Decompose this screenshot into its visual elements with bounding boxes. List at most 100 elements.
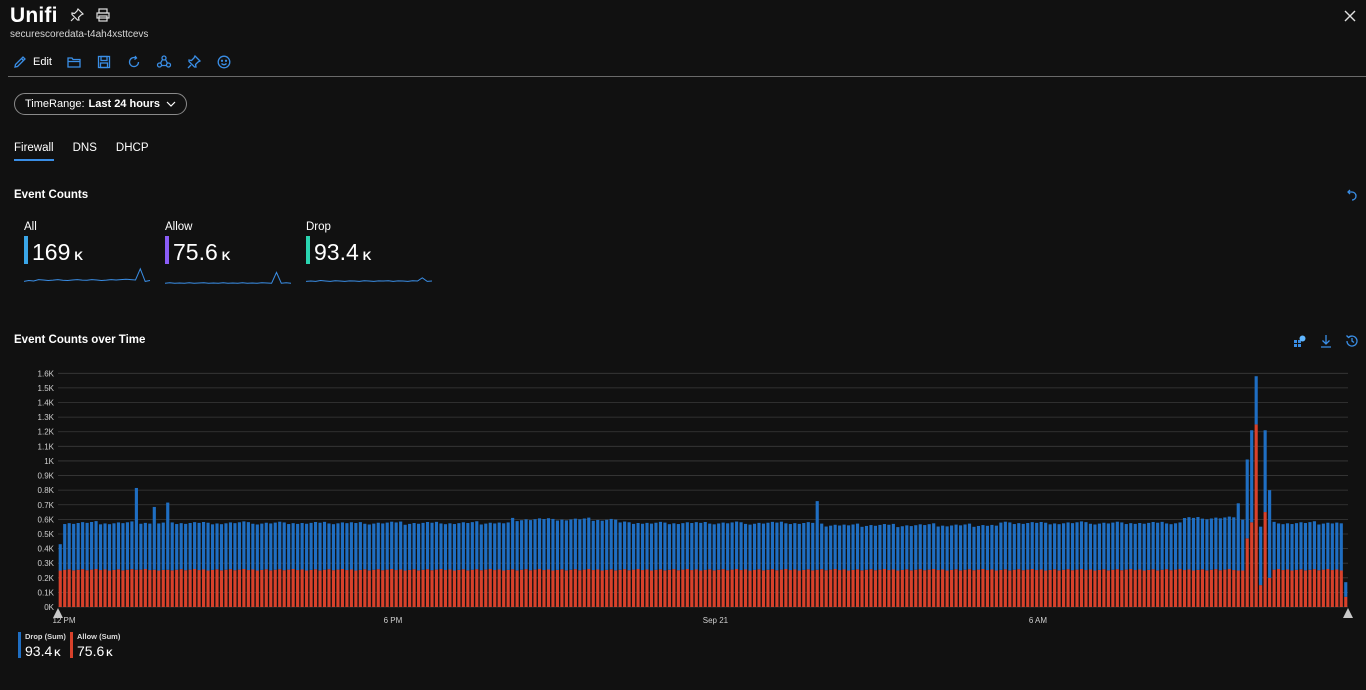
bar-allow[interactable] — [1030, 569, 1034, 607]
bar-drop[interactable] — [224, 523, 228, 570]
bar-allow[interactable] — [1178, 569, 1182, 607]
bar-allow[interactable] — [448, 569, 452, 607]
bar-drop[interactable] — [1196, 517, 1200, 570]
tab-dns[interactable]: DNS — [73, 142, 97, 161]
bar-drop[interactable] — [524, 519, 528, 570]
bar-allow[interactable] — [76, 569, 80, 607]
bar-drop[interactable] — [869, 525, 873, 570]
bar-drop[interactable] — [1223, 517, 1227, 570]
bar-drop[interactable] — [202, 521, 206, 570]
bar-drop[interactable] — [833, 524, 837, 570]
bar-allow[interactable] — [842, 569, 846, 607]
bar-allow[interactable] — [972, 570, 976, 607]
bar-drop[interactable] — [511, 517, 515, 570]
bar-drop[interactable] — [909, 526, 913, 571]
bar-allow[interactable] — [408, 569, 412, 607]
bar-drop[interactable] — [708, 523, 712, 570]
bar-drop[interactable] — [1106, 523, 1110, 571]
bar-drop[interactable] — [210, 524, 215, 570]
bar-allow[interactable] — [1160, 569, 1164, 607]
bar-allow[interactable] — [963, 569, 967, 607]
bar-drop[interactable] — [918, 524, 922, 570]
bar-allow[interactable] — [1290, 570, 1294, 607]
bar-allow[interactable] — [582, 569, 586, 607]
bar-allow[interactable] — [1070, 570, 1075, 607]
open-button[interactable] — [66, 54, 82, 70]
bar-allow[interactable] — [936, 570, 940, 607]
bar-allow[interactable] — [452, 570, 456, 607]
bar-drop[interactable] — [1218, 518, 1222, 571]
bar-allow[interactable] — [1187, 569, 1191, 607]
bar-drop[interactable] — [1057, 524, 1061, 571]
bar-allow[interactable] — [372, 569, 376, 607]
bar-allow[interactable] — [260, 569, 264, 607]
bar-drop[interactable] — [376, 522, 380, 570]
bar-allow[interactable] — [331, 570, 336, 607]
bar-drop[interactable] — [573, 518, 577, 570]
bar-drop[interactable] — [103, 523, 107, 570]
bar-drop[interactable] — [923, 525, 927, 571]
bar-drop[interactable] — [278, 521, 282, 570]
bar-allow[interactable] — [291, 569, 295, 607]
bar-drop[interactable] — [618, 522, 622, 570]
bar-allow[interactable] — [184, 570, 188, 607]
time-range-dropdown[interactable]: TimeRange: Last 24 hours — [14, 93, 188, 115]
download-icon[interactable] — [1318, 333, 1334, 349]
bar-allow[interactable] — [287, 569, 291, 607]
bar-drop[interactable] — [1272, 521, 1276, 570]
bar-allow[interactable] — [327, 569, 331, 607]
bar-allow[interactable] — [676, 570, 680, 607]
bar-allow[interactable] — [282, 570, 286, 607]
bar-drop[interactable] — [614, 519, 618, 571]
bar-allow[interactable] — [524, 569, 528, 607]
bar-drop[interactable] — [927, 524, 931, 570]
bar-allow[interactable] — [851, 569, 855, 607]
bar-drop[interactable] — [542, 519, 546, 571]
bar-drop[interactable] — [403, 524, 407, 571]
bar-drop[interactable] — [81, 522, 85, 570]
bar-drop[interactable] — [107, 524, 112, 571]
bar-drop[interactable] — [779, 521, 783, 570]
bar-drop[interactable] — [623, 521, 627, 570]
bar-drop[interactable] — [667, 524, 671, 570]
bar-allow[interactable] — [1200, 569, 1204, 607]
bar-drop[interactable] — [1299, 522, 1303, 570]
bar-drop[interactable] — [878, 524, 882, 570]
bar-drop[interactable] — [555, 520, 559, 570]
bar-allow[interactable] — [152, 569, 156, 607]
bar-drop[interactable] — [838, 525, 842, 571]
bar-allow[interactable] — [1268, 577, 1272, 607]
bar-allow[interactable] — [909, 570, 913, 607]
bar-allow[interactable] — [555, 569, 559, 607]
bar-allow[interactable] — [305, 570, 309, 607]
bar-drop[interactable] — [363, 523, 367, 570]
save-button[interactable] — [96, 54, 112, 70]
bar-drop[interactable] — [502, 523, 506, 571]
bar-allow[interactable] — [1196, 569, 1200, 607]
bar-allow[interactable] — [358, 569, 362, 607]
bar-drop[interactable] — [887, 524, 891, 571]
bar-allow[interactable] — [614, 570, 618, 607]
bar-drop[interactable] — [1312, 521, 1316, 570]
bar-drop[interactable] — [1044, 522, 1048, 571]
bar-drop[interactable] — [421, 522, 425, 570]
bar-drop[interactable] — [1062, 523, 1066, 570]
bar-drop[interactable] — [1191, 517, 1196, 571]
bar-allow[interactable] — [694, 569, 698, 607]
bar-allow[interactable] — [443, 570, 448, 607]
bar-allow[interactable] — [1209, 569, 1213, 607]
customize-icon[interactable] — [1292, 333, 1308, 349]
bar-drop[interactable] — [251, 523, 255, 570]
bar-allow[interactable] — [502, 570, 506, 607]
bar-drop[interactable] — [148, 523, 152, 571]
bar-allow[interactable] — [748, 570, 752, 607]
bar-allow[interactable] — [1066, 569, 1070, 607]
bar-drop[interactable] — [654, 522, 658, 570]
bar-allow[interactable] — [58, 570, 62, 607]
bar-allow[interactable] — [1303, 570, 1308, 607]
bar-allow[interactable] — [1084, 570, 1088, 607]
bar-allow[interactable] — [806, 569, 810, 607]
bar-allow[interactable] — [1173, 569, 1178, 607]
bar-allow[interactable] — [251, 569, 255, 607]
bar-allow[interactable] — [161, 569, 165, 607]
